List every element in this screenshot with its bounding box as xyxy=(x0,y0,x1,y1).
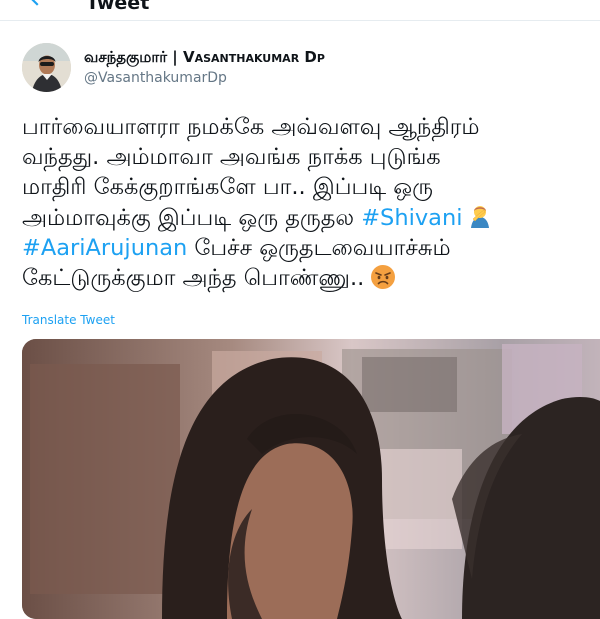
header-divider xyxy=(0,20,600,21)
tweet-line: அம்மாவுக்கு இப்படி ஒரு தருதல #Shivani xyxy=(22,203,600,233)
man-facepalming-emoji xyxy=(471,205,490,228)
name-separator: | xyxy=(167,48,183,66)
tweet-media-image[interactable] xyxy=(22,339,600,619)
display-name-tamil[interactable]: வசந்தகுமார் xyxy=(84,47,167,67)
hashtag-shivani[interactable]: #Shivani xyxy=(361,205,462,231)
tweet-line: #AariArujunan பேச்ச ஒருதடவையாச்சும் xyxy=(22,233,600,263)
avatar[interactable] xyxy=(22,43,71,92)
tweet-line: பார்வையாளரா நமக்கே அவ்வளவு ஆந்திரம் xyxy=(22,114,480,140)
tweet-line-text: பேச்ச ஒருதடவையாச்சும் xyxy=(187,234,451,261)
page-title: Tweet xyxy=(86,0,150,14)
angry-face-emoji xyxy=(371,264,396,289)
tweet-line: மாதிரி கேக்குறாங்களே பா.. இப்படி ஒரு xyxy=(22,174,433,201)
display-name-latin[interactable]: Vasanthakumar Dp xyxy=(183,47,325,67)
hashtag-aariarujunan[interactable]: #AariArujunan xyxy=(22,235,187,261)
back-arrow-icon[interactable] xyxy=(24,0,50,10)
user-handle[interactable]: @VasanthakumarDp xyxy=(84,68,325,88)
tweet-line: வந்தது. அம்மாவா அவங்க நாக்க புடுங்க xyxy=(22,144,441,171)
display-name[interactable]: வசந்தகுமார் | Vasanthakumar Dp xyxy=(84,47,325,67)
author-block: வசந்தகுமார் | Vasanthakumar Dp @Vasantha… xyxy=(84,47,325,88)
tweet-line-text: அம்மாவுக்கு இப்படி ஒரு தருதல xyxy=(22,204,362,231)
translate-tweet-link[interactable]: Translate Tweet xyxy=(22,312,115,328)
tweet-line: கேட்டுருக்குமா அந்த பொண்ணு.. xyxy=(22,263,600,293)
tweet-line-text: கேட்டுருக்குமா அந்த பொண்ணு.. xyxy=(22,264,365,291)
tweet-text: பார்வையாளரா நமக்கே அவ்வளவு ஆந்திரம் வந்த… xyxy=(22,112,600,293)
top-bar: Tweet xyxy=(0,0,600,20)
